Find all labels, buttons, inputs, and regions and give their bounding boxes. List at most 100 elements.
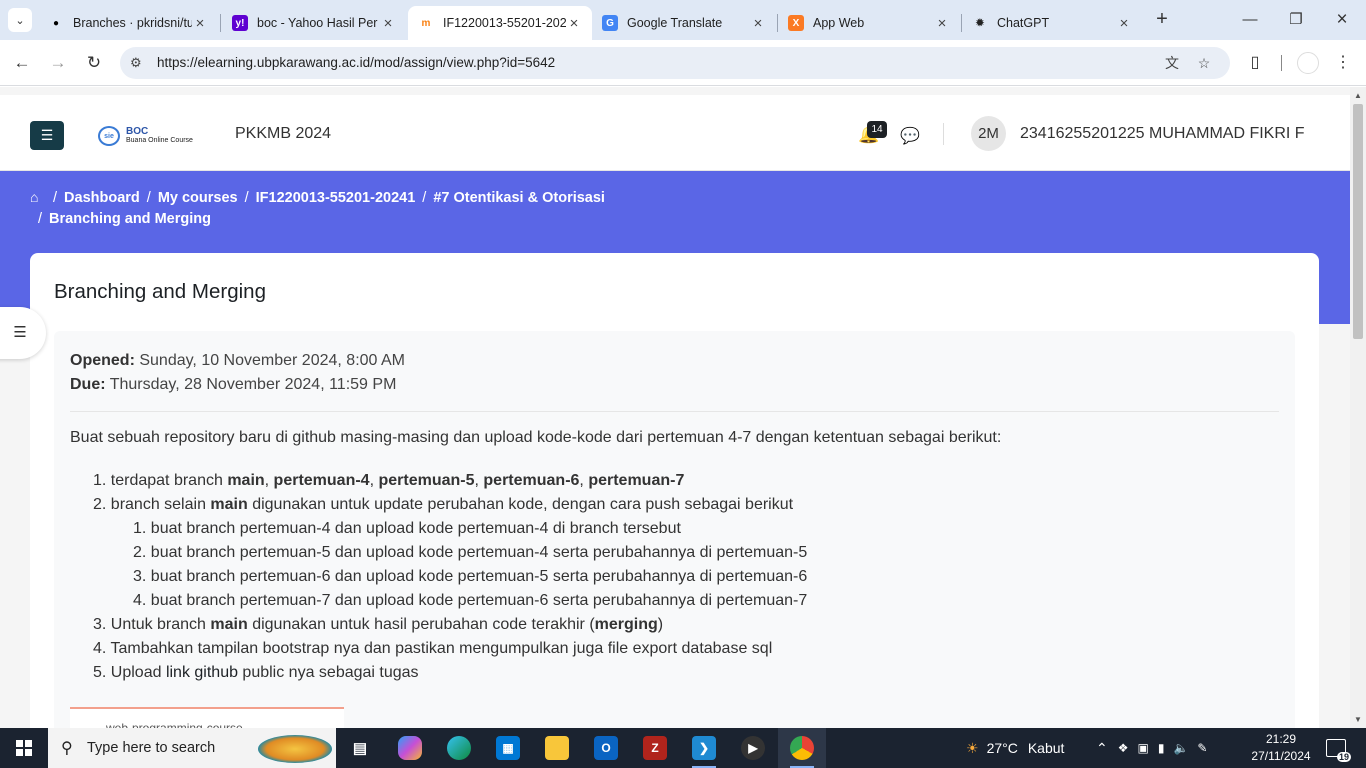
minimize-icon[interactable]: — [1238, 8, 1262, 32]
store-icon[interactable]: ▦ [484, 728, 532, 768]
pen-icon[interactable]: ✎ [1197, 741, 1207, 755]
notification-center-icon[interactable]: 19 [1326, 739, 1351, 762]
url-text[interactable]: https://elearning.ubpkarawang.ac.id/mod/… [157, 55, 555, 70]
close-tab-icon[interactable]: × [1116, 15, 1132, 32]
translate-page-icon[interactable]: 文 [1162, 53, 1182, 73]
home-icon[interactable]: ⌂ [30, 187, 46, 208]
browser-tab[interactable]: G Google Translate × [592, 6, 776, 40]
chevron-up-icon[interactable]: ⌃ [1096, 740, 1108, 757]
start-button[interactable] [0, 728, 48, 768]
assignment-dates: Opened: Sunday, 10 November 2024, 8:00 A… [70, 349, 405, 397]
breadcrumb-my-courses[interactable]: My courses [158, 190, 238, 206]
breadcrumb-course[interactable]: IF1220013-55201-20241 [256, 190, 416, 206]
profile-avatar[interactable] [1297, 52, 1319, 74]
translate-icon: G [602, 15, 618, 31]
file-explorer-icon[interactable] [533, 728, 581, 768]
windows-logo-icon [16, 740, 32, 756]
due-label: Due: [70, 376, 106, 393]
reload-icon[interactable]: ↻ [82, 51, 106, 75]
meet-icon[interactable]: ▣ [1138, 741, 1149, 755]
browser-tab[interactable]: X App Web × [778, 6, 960, 40]
page-title: Branching and Merging [54, 280, 266, 303]
github-link[interactable]: link github [166, 664, 238, 681]
windows-taskbar: ⚲ Type here to search ▤ ▦ O Z ❯ ▶ ☀ 27°C… [0, 728, 1366, 768]
copilot-icon[interactable] [386, 728, 434, 768]
forward-icon[interactable]: → [46, 51, 70, 75]
sub-list-item: 4. buat branch pertemuan-7 dan upload ko… [133, 592, 808, 609]
yahoo-icon: y! [232, 15, 248, 31]
weather-description: Kabut [1027, 740, 1065, 756]
list-item: 1. terdapat branch main, pertemuan-4, pe… [93, 472, 685, 489]
bookmark-star-icon[interactable]: ☆ [1194, 53, 1214, 73]
breadcrumb-current[interactable]: Branching and Merging [49, 211, 211, 227]
weather-widget[interactable]: ☀ 27°C Kabut [966, 728, 1064, 768]
embedded-screenshot-image: web-programming-course [70, 707, 344, 728]
media-player-icon[interactable]: ▶ [729, 728, 777, 768]
outlook-icon[interactable]: O [582, 728, 630, 768]
user-avatar[interactable]: 2M [971, 116, 1006, 151]
site-info-icon[interactable]: ⚙ [130, 55, 142, 71]
browser-tab-strip: ⌄ ● Branches · pkridsni/tu × y! boc - Ya… [0, 0, 1366, 40]
menu-kebab-icon[interactable]: ⋮ [1331, 51, 1355, 75]
site-name-link[interactable]: PKKMB 2024 [235, 125, 331, 143]
site-navbar: ☰ sie BOC Buana Online Course PKKMB 2024… [0, 95, 1350, 171]
network-icon[interactable]: ❖ [1118, 741, 1129, 755]
edge-icon[interactable] [435, 728, 483, 768]
logo-subtitle: Buana Online Course [126, 137, 193, 144]
volume-icon[interactable]: 🔈 [1173, 741, 1188, 755]
new-tab-button[interactable]: + [1150, 8, 1174, 32]
page-viewport: ☰ sie BOC Buana Online Course PKKMB 2024… [0, 87, 1350, 728]
browser-tab[interactable]: ✹ ChatGPT × [962, 6, 1142, 40]
battery-icon[interactable]: ▮ [1158, 741, 1165, 755]
browser-tab[interactable]: ● Branches · pkridsni/tu × [38, 6, 218, 40]
back-icon[interactable]: ← [10, 51, 34, 75]
moodle-icon: m [421, 17, 431, 29]
boc-logo-icon: sie [98, 126, 120, 146]
browser-tab-active[interactable]: m IF1220013-55201-2024 × [408, 6, 592, 40]
close-tab-icon[interactable]: × [380, 15, 396, 32]
clock-time: 21:29 [1265, 732, 1297, 746]
site-logo[interactable]: sie BOC Buana Online Course [98, 125, 193, 147]
restore-icon[interactable]: ❐ [1284, 8, 1308, 32]
tab-title: IF1220013-55201-2024 [443, 16, 566, 30]
url-bar[interactable]: ⚙ https://elearning.ubpkarawang.ac.id/mo… [120, 47, 1230, 79]
due-date: Thursday, 28 November 2024, 11:59 PM [109, 376, 397, 393]
close-tab-icon[interactable]: × [750, 15, 766, 32]
taskbar-clock[interactable]: 21:29 27/11/2024 [1250, 731, 1312, 765]
search-highlight-art [258, 735, 332, 763]
list-item: 4. Tambahkan tampilan bootstrap nya dan … [93, 640, 773, 657]
openai-icon: ✹ [975, 17, 985, 29]
weather-icon: ☀ [966, 739, 979, 756]
task-view-icon[interactable]: ▤ [336, 728, 384, 768]
scrollbar-thumb[interactable] [1353, 104, 1363, 339]
opened-label: Opened: [70, 352, 135, 369]
taskbar-search-box[interactable]: ⚲ Type here to search [48, 728, 336, 768]
chrome-icon[interactable] [778, 728, 826, 768]
close-window-icon[interactable]: × [1330, 8, 1354, 32]
close-tab-icon[interactable]: × [934, 15, 950, 32]
vscode-icon[interactable]: ❯ [680, 728, 728, 768]
tab-title: ChatGPT [997, 16, 1050, 30]
tab-search-button[interactable]: ⌄ [8, 8, 32, 32]
github-icon: ● [52, 17, 60, 29]
tab-title: boc - Yahoo Hasil Per [257, 16, 378, 30]
scroll-up-icon[interactable]: ▲ [1354, 91, 1362, 100]
user-menu-name[interactable]: 23416255201225 MUHAMMAD FIKRI F [1020, 125, 1305, 143]
sub-list-item: 3. buat branch pertemuan-6 dan upload ko… [133, 568, 808, 585]
tab-title: Google Translate [627, 16, 723, 30]
sub-list-item: 1. buat branch pertemuan-4 dan upload ko… [133, 520, 681, 537]
close-tab-icon[interactable]: × [566, 15, 582, 32]
breadcrumb-dashboard[interactable]: Dashboard [64, 190, 140, 206]
messages-icon[interactable]: 💬 [900, 126, 920, 146]
search-placeholder: Type here to search [87, 740, 216, 756]
breadcrumb-section[interactable]: #7 Otentikasi & Otorisasi [433, 190, 605, 206]
hamburger-menu-button[interactable]: ☰ [30, 121, 64, 150]
extensions-icon[interactable]: ▯ [1243, 51, 1267, 75]
sub-list-item: 2. buat branch pertemuan-5 dan upload ko… [133, 544, 808, 561]
scroll-down-icon[interactable]: ▼ [1354, 715, 1362, 724]
page-scrollbar[interactable]: ▲ ▼ [1350, 87, 1366, 728]
close-tab-icon[interactable]: × [192, 15, 208, 32]
opened-date: Sunday, 10 November 2024, 8:00 AM [139, 352, 405, 369]
winrar-icon[interactable]: Z [631, 728, 679, 768]
browser-tab[interactable]: y! boc - Yahoo Hasil Per × [222, 6, 406, 40]
